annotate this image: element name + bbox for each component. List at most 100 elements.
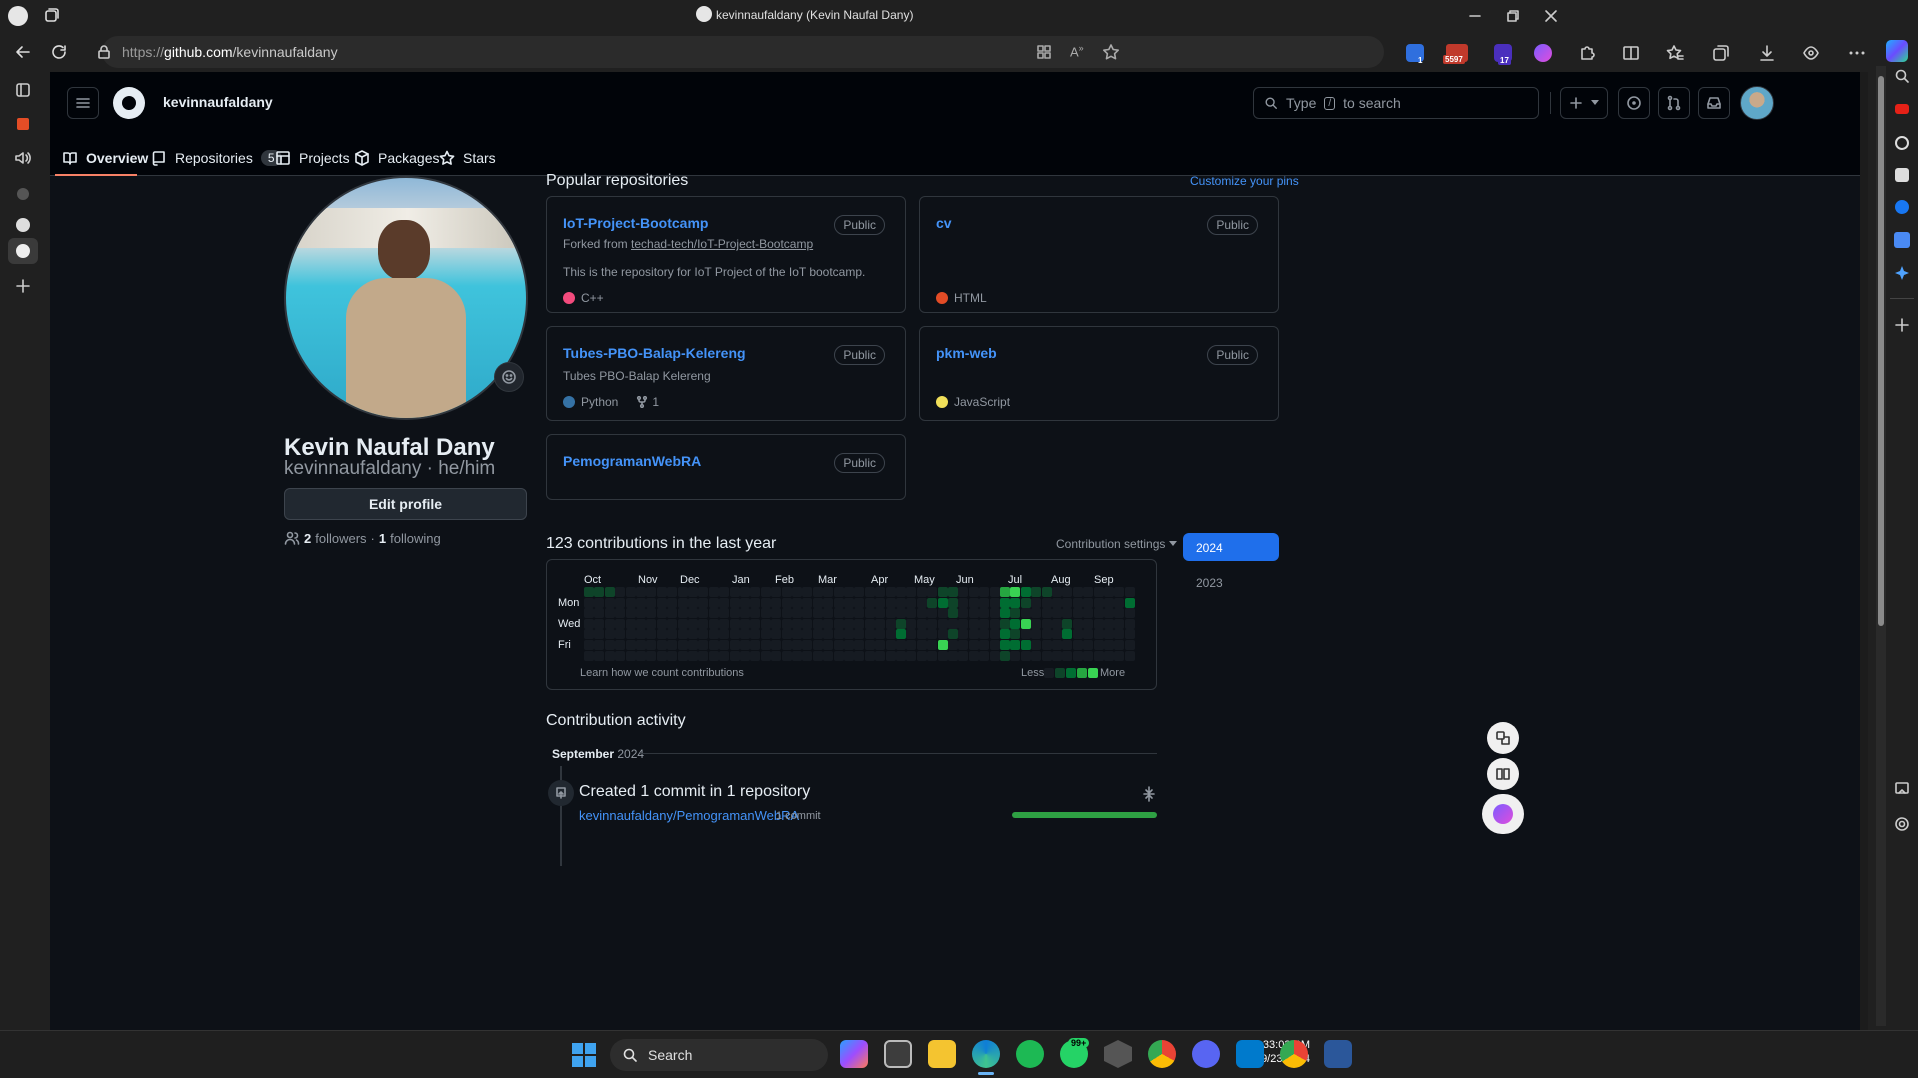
contribution-day-cell[interactable] [916,629,927,640]
contribution-day-cell[interactable] [864,597,875,608]
contribution-day-cell[interactable] [1114,618,1125,629]
contribution-day-cell[interactable] [812,608,823,619]
contribution-day-cell[interactable] [823,640,834,650]
contribution-day-cell[interactable] [708,608,719,619]
contribution-day-cell[interactable] [802,597,813,608]
contribution-day-cell[interactable] [792,640,802,650]
contribution-day-cell[interactable] [854,587,865,597]
followers-count[interactable]: 2 [304,531,311,546]
contribution-day-cell[interactable] [916,597,927,608]
contribution-day-cell[interactable] [698,618,709,629]
contribution-day-cell[interactable] [729,629,740,640]
workspaces-icon[interactable] [44,7,60,23]
contribution-day-cell[interactable] [771,587,782,597]
contribution-day-cell[interactable] [1052,629,1062,640]
contribution-day-cell[interactable] [688,629,698,640]
contribution-day-cell[interactable] [979,650,990,661]
contribution-day-cell[interactable] [812,618,823,629]
contribution-day-cell[interactable] [812,587,823,597]
contribution-day-cell[interactable] [594,608,605,619]
contribution-day-cell[interactable] [1010,608,1021,619]
contribution-day-cell[interactable] [968,618,979,629]
contribution-day-cell[interactable] [948,629,958,640]
contribution-day-cell[interactable] [1000,650,1010,661]
contribution-day-cell[interactable] [864,640,875,650]
contribution-day-cell[interactable] [1104,629,1114,640]
repo-name-link[interactable]: Tubes-PBO-Balap-Kelereng [563,345,746,361]
contribution-day-cell[interactable] [771,629,782,640]
contribution-day-cell[interactable] [833,597,844,608]
contribution-day-cell[interactable] [937,650,948,661]
contribution-day-cell[interactable] [1031,608,1042,619]
contribution-day-cell[interactable] [989,618,1000,629]
contribution-day-cell[interactable] [802,587,813,597]
contribution-day-cell[interactable] [771,650,782,661]
year-2024-button[interactable]: 2024 [1183,533,1279,561]
contribution-day-cell[interactable] [812,629,823,640]
contribution-day-cell[interactable] [1010,587,1021,597]
contribution-day-cell[interactable] [615,650,626,661]
contribution-day-cell[interactable] [604,618,615,629]
contribution-day-cell[interactable] [646,640,657,650]
contribution-day-cell[interactable] [615,587,626,597]
contribution-day-cell[interactable] [760,597,771,608]
contribution-day-cell[interactable] [916,650,927,661]
contribution-day-cell[interactable] [833,650,844,661]
contribution-day-cell[interactable] [885,608,896,619]
contribution-day-cell[interactable] [646,608,657,619]
contribution-day-cell[interactable] [625,618,636,629]
contribution-day-cell[interactable] [833,587,844,597]
contribution-day-cell[interactable] [1010,640,1021,650]
contribution-day-cell[interactable] [677,618,688,629]
contribution-day-cell[interactable] [875,650,886,661]
set-status-button[interactable] [494,362,524,392]
contribution-day-cell[interactable] [1031,629,1042,640]
contribution-day-cell[interactable] [719,597,730,608]
contribution-day-cell[interactable] [1124,650,1135,661]
contribution-day-cell[interactable] [656,650,667,661]
contribution-day-cell[interactable] [1083,608,1094,619]
contribution-day-cell[interactable] [625,587,636,597]
contribution-day-cell[interactable] [979,608,990,619]
contribution-day-cell[interactable] [604,650,615,661]
contribution-day-cell[interactable] [1031,640,1042,650]
contribution-day-cell[interactable] [948,608,958,619]
contribution-day-cell[interactable] [875,587,886,597]
contribution-day-cell[interactable] [1124,618,1135,629]
contribution-day-cell[interactable] [896,587,906,597]
contribution-day-cell[interactable] [760,629,771,640]
contribution-day-cell[interactable] [646,629,657,640]
brain-assistant-button[interactable] [1482,794,1524,834]
contribution-day-cell[interactable] [1031,618,1042,629]
contribution-day-cell[interactable] [937,640,948,650]
contribution-day-cell[interactable] [968,608,979,619]
repo-name-link[interactable]: PemogramanWebRA [563,453,701,469]
forked-from-link[interactable]: techad-tech/IoT-Project-Bootcamp [631,237,813,251]
contribution-day-cell[interactable] [604,587,615,597]
contribution-day-cell[interactable] [760,650,771,661]
contribution-day-cell[interactable] [802,640,813,650]
contribution-day-cell[interactable] [615,618,626,629]
contribution-day-cell[interactable] [719,587,730,597]
contribution-day-cell[interactable] [740,597,750,608]
contribution-day-cell[interactable] [688,597,698,608]
contribution-day-cell[interactable] [864,608,875,619]
contribution-day-cell[interactable] [698,587,709,597]
contribution-day-cell[interactable] [615,629,626,640]
contribution-day-cell[interactable] [1062,650,1073,661]
contribution-day-cell[interactable] [1000,618,1010,629]
contribution-day-cell[interactable] [729,640,740,650]
contribution-day-cell[interactable] [771,608,782,619]
contribution-day-cell[interactable] [781,597,792,608]
contribution-day-cell[interactable] [844,608,854,619]
contribution-day-cell[interactable] [979,597,990,608]
contribution-day-cell[interactable] [677,650,688,661]
contribution-day-cell[interactable] [1104,618,1114,629]
contribution-day-cell[interactable] [656,640,667,650]
contribution-day-cell[interactable] [1041,618,1052,629]
contribution-day-cell[interactable] [1083,587,1094,597]
contribution-day-cell[interactable] [864,650,875,661]
contribution-day-cell[interactable] [584,629,594,640]
contribution-day-cell[interactable] [594,650,605,661]
contribution-day-cell[interactable] [948,597,958,608]
